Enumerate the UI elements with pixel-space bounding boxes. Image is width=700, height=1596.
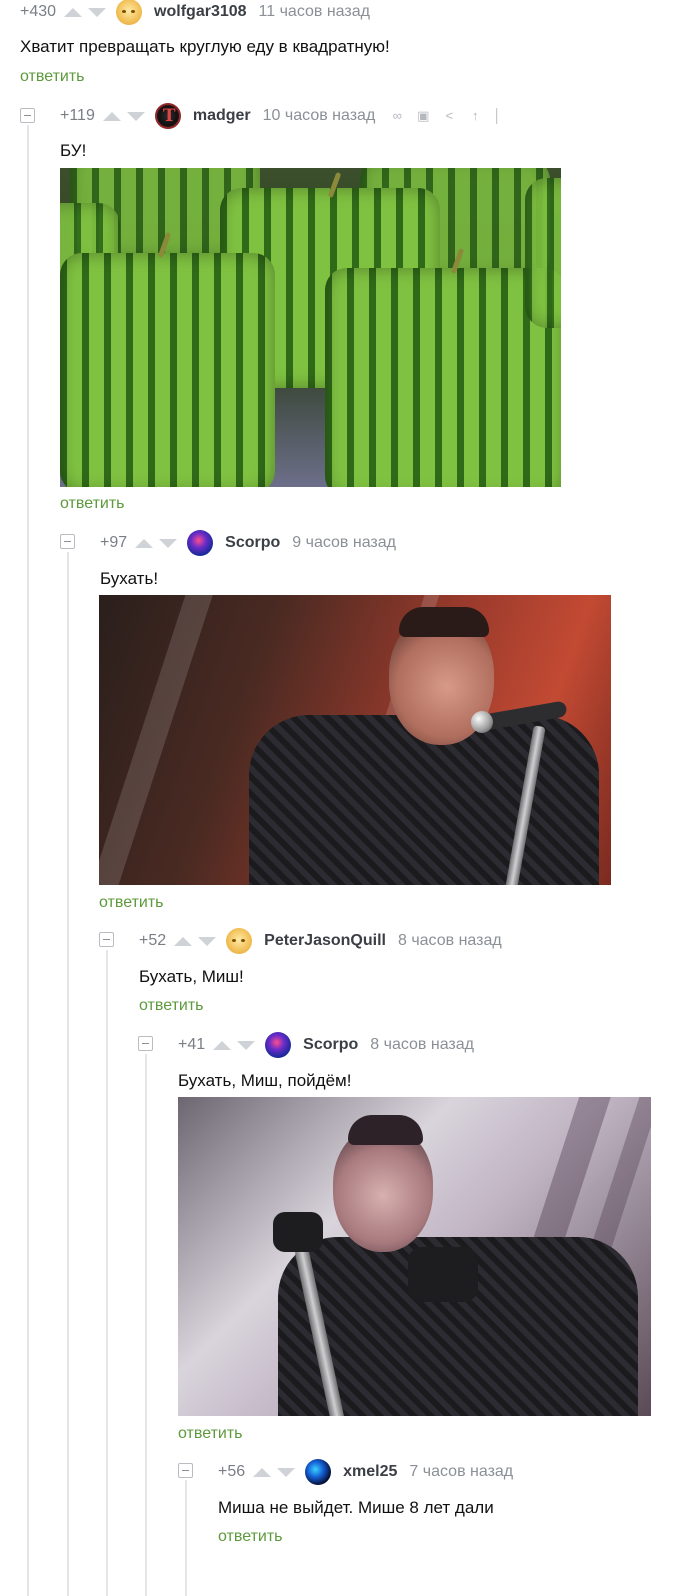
downvote-icon[interactable]: [126, 111, 145, 121]
timestamp[interactable]: 7 часов назад: [409, 1463, 513, 1481]
upvote-icon[interactable]: [213, 1040, 232, 1050]
downvote-icon[interactable]: [198, 936, 217, 946]
timestamp[interactable]: 10 часов назад: [263, 107, 376, 125]
username[interactable]: madger: [193, 107, 251, 125]
timestamp[interactable]: 11 часов назад: [259, 3, 370, 21]
username[interactable]: Scorpo: [303, 1036, 358, 1054]
comment-header: +56 xmel25 7 часов назад: [218, 1459, 527, 1485]
comment-text: БУ!: [60, 141, 87, 160]
downvote-icon[interactable]: [277, 1467, 296, 1477]
comment-text: Бухать!: [100, 569, 159, 588]
link-icon[interactable]: ∞: [389, 108, 405, 124]
collapse-button[interactable]: [138, 1036, 153, 1051]
comment-rating: +119: [60, 107, 95, 124]
scroll-up-icon[interactable]: ↑: [467, 108, 483, 124]
comment-rating: +56: [218, 1463, 246, 1480]
comment-header: +41 Scorpo 8 часов назад: [178, 1032, 488, 1058]
timestamp[interactable]: 8 часов назад: [370, 1036, 474, 1054]
thread-line: [67, 552, 69, 1596]
share-icon[interactable]: <: [441, 108, 457, 124]
thread-line: [27, 125, 29, 1596]
reply-link[interactable]: ответить: [20, 68, 85, 86]
avatar[interactable]: [265, 1032, 292, 1058]
upvote-icon[interactable]: [135, 538, 154, 548]
avatar[interactable]: [187, 530, 214, 556]
avatar[interactable]: [116, 0, 143, 25]
comment-text: Миша не выйдет. Мише 8 лет дали: [218, 1498, 494, 1517]
upvote-icon[interactable]: [102, 111, 121, 121]
avatar[interactable]: [154, 103, 181, 129]
reply-link[interactable]: ответить: [178, 1425, 243, 1443]
comment-rating: +430: [20, 3, 57, 20]
comment-header: +119 madger 10 часов назад ∞ ▣ < ↑ │: [60, 103, 509, 129]
username[interactable]: wolfgar3108: [154, 3, 246, 21]
avatar[interactable]: [305, 1459, 332, 1485]
timestamp[interactable]: 9 часов назад: [292, 534, 396, 552]
singer-on-stage-image[interactable]: [178, 1097, 651, 1416]
username[interactable]: xmel25: [343, 1463, 397, 1481]
collapse-button[interactable]: [20, 108, 35, 123]
comment-header: +97 Scorpo 9 часов назад: [100, 530, 410, 556]
singer-with-microphone-image[interactable]: [99, 595, 611, 885]
collapse-button[interactable]: [178, 1463, 193, 1478]
comment-header: +52 PeterJasonQuill 8 часов назад: [139, 928, 516, 954]
downvote-icon[interactable]: [88, 7, 107, 17]
thread-line: [145, 1054, 147, 1596]
downvote-icon[interactable]: [237, 1040, 256, 1050]
timestamp[interactable]: 8 часов назад: [398, 932, 502, 950]
reply-link[interactable]: ответить: [139, 997, 204, 1015]
comment-text: Хватит превращать круглую еду в квадратн…: [20, 37, 390, 56]
comment-text: Бухать, Миш!: [139, 967, 244, 986]
username[interactable]: Scorpo: [225, 534, 280, 552]
save-icon[interactable]: ▣: [415, 108, 431, 124]
comment-rating: +52: [139, 932, 167, 949]
comment-rating: +41: [178, 1036, 206, 1053]
upvote-icon[interactable]: [64, 7, 83, 17]
comment-rating: +97: [100, 534, 128, 551]
reply-link[interactable]: ответить: [60, 495, 125, 513]
collapse-button[interactable]: [60, 534, 75, 549]
collapse-button[interactable]: [99, 932, 114, 947]
reply-link[interactable]: ответить: [99, 894, 164, 912]
reply-link[interactable]: ответить: [218, 1528, 283, 1546]
username[interactable]: PeterJasonQuill: [264, 932, 386, 950]
comment-text: Бухать, Миш, пойдём!: [178, 1071, 352, 1090]
comment-header: +430 wolfgar3108 11 часов назад: [20, 0, 384, 25]
more-icon[interactable]: │: [493, 108, 501, 124]
upvote-icon[interactable]: [174, 936, 193, 946]
downvote-icon[interactable]: [159, 538, 178, 548]
upvote-icon[interactable]: [253, 1467, 272, 1477]
thread-line: [185, 1480, 187, 1596]
avatar[interactable]: [226, 928, 253, 954]
thread-line: [106, 950, 108, 1596]
square-watermelons-image[interactable]: [60, 168, 561, 487]
